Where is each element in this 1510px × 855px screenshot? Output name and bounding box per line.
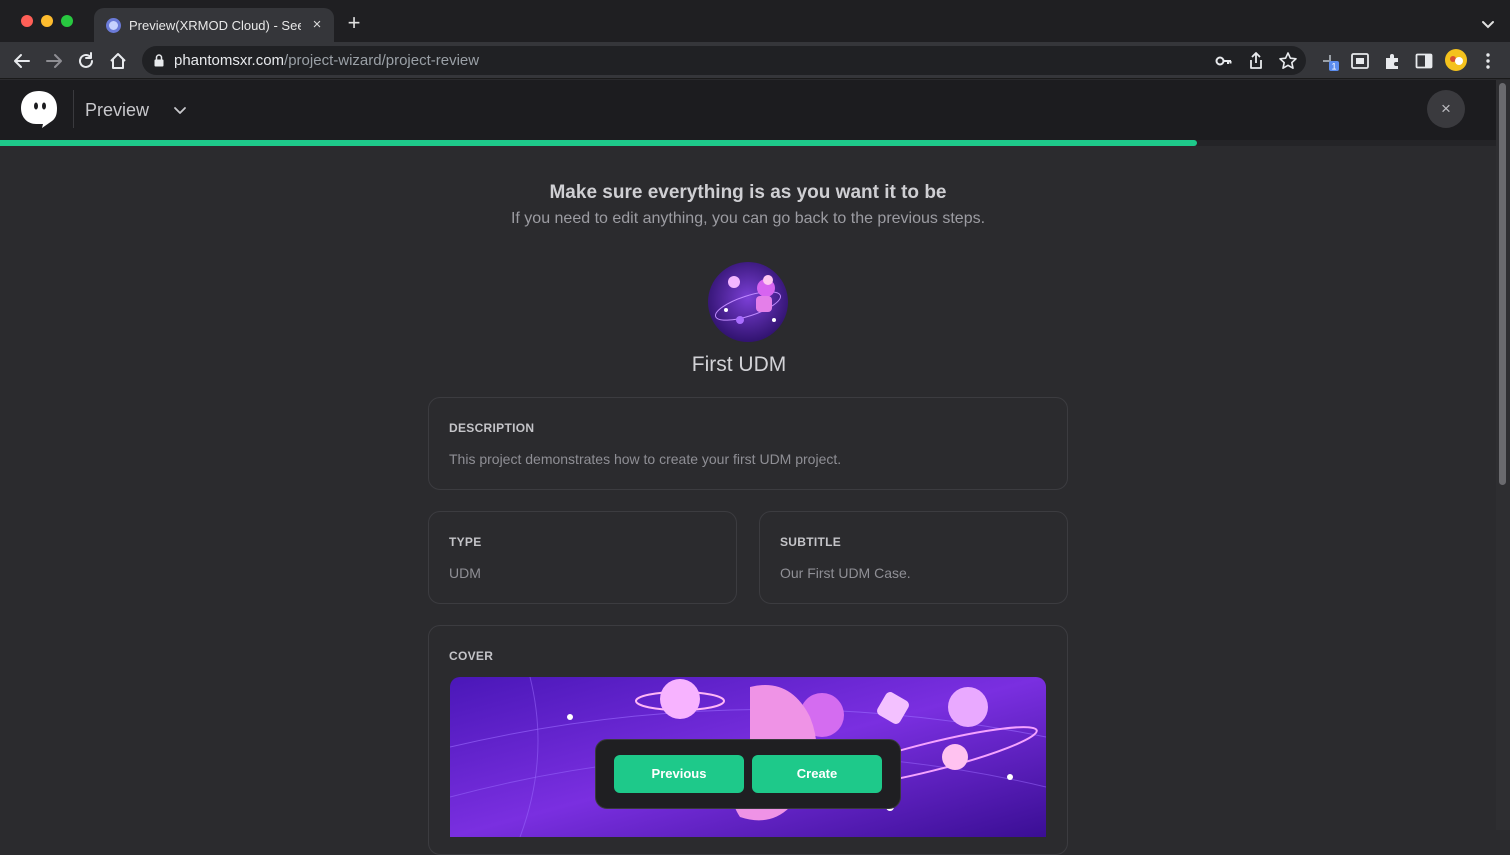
screen-capture-icon[interactable] xyxy=(1350,51,1370,71)
tab-title: Preview(XRMOD Cloud) - See Immersive xyxy=(129,18,301,33)
browser-toolbar: phantomsxr.com/project-wizard/project-re… xyxy=(0,42,1510,79)
url-path: /project-wizard/project-review xyxy=(284,52,480,69)
ghost-logo-icon[interactable] xyxy=(18,88,60,128)
cover-label: COVER xyxy=(449,649,494,663)
chevron-down-icon[interactable] xyxy=(172,102,188,118)
key-icon[interactable] xyxy=(1214,51,1234,71)
home-icon[interactable] xyxy=(107,50,129,72)
address-bar[interactable]: phantomsxr.com/project-wizard/project-re… xyxy=(142,46,1306,75)
favicon-icon xyxy=(106,18,121,33)
review-heading: Make sure everything is as you want it t… xyxy=(549,182,947,203)
scrollbar-thumb[interactable] xyxy=(1499,83,1506,485)
extensions-puzzle-icon[interactable] xyxy=(1382,51,1402,71)
extension-puzzle-badge-icon[interactable]: 1 xyxy=(1320,51,1340,71)
new-tab-button[interactable]: + xyxy=(344,12,364,34)
tab-search-chevron-icon[interactable] xyxy=(1478,14,1498,34)
project-name: First UDM xyxy=(691,353,787,376)
window-maximize-button[interactable] xyxy=(61,15,73,27)
project-avatar-image xyxy=(708,262,788,342)
reload-icon[interactable] xyxy=(75,50,97,72)
profile-avatar[interactable] xyxy=(1445,49,1467,71)
wizard-progress-fill xyxy=(0,140,1197,146)
subtitle-card: SUBTITLE Our First UDM Case. xyxy=(759,511,1068,604)
type-value: UDM xyxy=(449,565,481,581)
share-icon[interactable] xyxy=(1246,51,1266,71)
subtitle-value: Our First UDM Case. xyxy=(780,565,911,581)
close-wizard-button[interactable]: × xyxy=(1427,90,1465,128)
side-panel-icon[interactable] xyxy=(1414,51,1434,71)
type-card: TYPE UDM xyxy=(428,511,737,604)
review-subheading: If you need to edit anything, you can go… xyxy=(510,210,986,227)
url-host: phantomsxr.com xyxy=(174,52,285,69)
subtitle-label: SUBTITLE xyxy=(780,535,842,549)
wizard-progress-bar xyxy=(0,140,1496,146)
extension-badge-count: 1 xyxy=(1331,62,1336,72)
back-arrow-icon[interactable] xyxy=(11,50,33,72)
description-value: This project demonstrates how to create … xyxy=(449,451,842,467)
app-header: Preview × xyxy=(0,80,1496,140)
description-card: DESCRIPTION This project demonstrates ho… xyxy=(428,397,1068,490)
description-label: DESCRIPTION xyxy=(449,421,535,435)
type-label: TYPE xyxy=(449,535,482,549)
browser-tab[interactable]: Preview(XRMOD Cloud) - See Immersive × xyxy=(94,8,334,42)
browser-titlebar: Preview(XRMOD Cloud) - See Immersive × + xyxy=(0,0,1510,42)
header-divider xyxy=(73,90,74,128)
lock-icon[interactable] xyxy=(154,54,164,67)
url-text[interactable]: phantomsxr.com/project-wizard/project-re… xyxy=(174,52,479,70)
window-minimize-button[interactable] xyxy=(41,15,53,27)
window-close-button[interactable] xyxy=(21,15,33,27)
previous-button[interactable]: Previous xyxy=(614,755,744,793)
browser-menu-icon[interactable] xyxy=(1478,51,1498,71)
tab-close-button[interactable]: × xyxy=(308,16,326,34)
page-title[interactable]: Preview xyxy=(85,99,149,121)
forward-arrow-icon[interactable] xyxy=(43,50,65,72)
create-button[interactable]: Create xyxy=(752,755,882,793)
wizard-action-bar: Previous Create xyxy=(595,739,901,809)
page-scrollbar[interactable] xyxy=(1496,80,1510,830)
bookmark-star-icon[interactable] xyxy=(1278,51,1298,71)
